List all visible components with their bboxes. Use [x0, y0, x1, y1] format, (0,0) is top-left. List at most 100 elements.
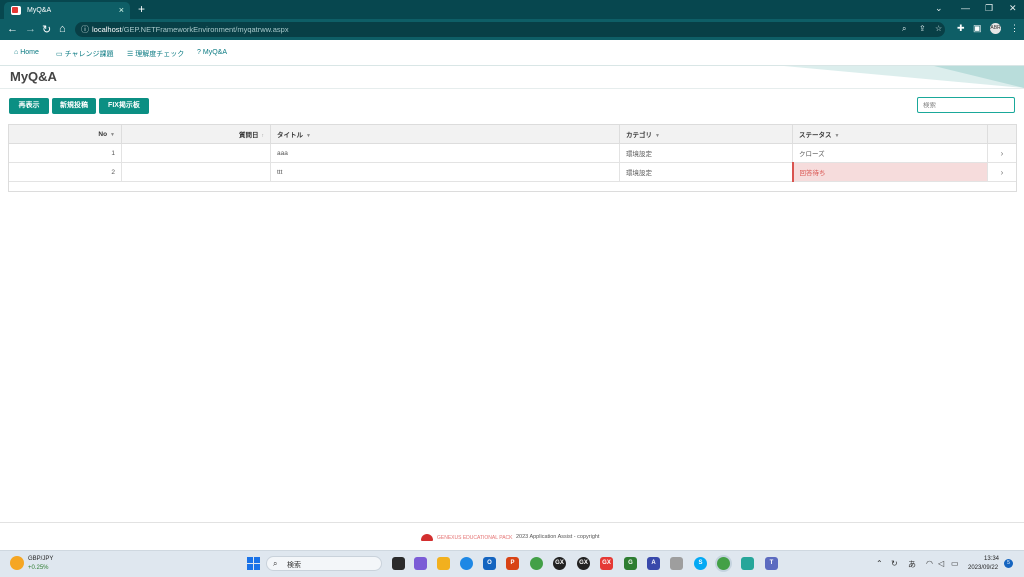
sort-asc-icon: ↑: [261, 133, 265, 139]
edge-icon[interactable]: [460, 557, 473, 570]
share-icon[interactable]: ⇪: [919, 24, 926, 33]
bookmark-star-icon[interactable]: ☆: [935, 24, 942, 33]
taskbar-search[interactable]: ⌕ 検索: [266, 556, 382, 571]
widget-label[interactable]: GBP/JPY: [28, 556, 53, 562]
app-window-icon[interactable]: [670, 557, 683, 570]
column-header-date[interactable]: 質問日 ↑: [121, 125, 271, 144]
browser-tab[interactable]: MyQ&A ×: [4, 2, 130, 19]
restore-icon[interactable]: ❐: [985, 3, 993, 14]
forward-icon[interactable]: →: [25, 23, 36, 35]
nav-item-home[interactable]: ⌂ Home: [14, 49, 39, 56]
cell-title: aaa: [270, 143, 620, 163]
app-a-icon[interactable]: A: [647, 557, 660, 570]
cell-status-pending: 回答待ち: [791, 162, 988, 182]
app-nav: ⌂ Home ▭ チャレンジ課題 ☰ 理解度チェック ? MyQ&A: [0, 41, 1024, 66]
outlook-icon[interactable]: O: [483, 557, 496, 570]
table-row[interactable]: 1 aaa 環境設定 クローズ ›: [9, 143, 1016, 163]
home-page-icon[interactable]: ⌂: [59, 23, 66, 35]
extensions-icon[interactable]: ✚: [957, 23, 965, 34]
close-window-icon[interactable]: ✕: [1009, 3, 1017, 14]
browser-toolbar: ← → ↻ ⌂ ⓘ localhost/GEP.NETFrameworkEnvi…: [0, 19, 1024, 40]
wifi-icon[interactable]: ◠: [926, 559, 933, 568]
cell-date: [121, 162, 271, 182]
volume-icon[interactable]: ◁: [938, 559, 944, 568]
task-view-icon[interactable]: [392, 557, 405, 570]
tray-app-icon[interactable]: ↻: [891, 559, 898, 568]
browser-tabstrip: MyQ&A × + ⌄ — ❐ ✕: [0, 0, 1024, 19]
nav-item-challenge[interactable]: ▭ チャレンジ課題: [56, 49, 114, 59]
teams-icon[interactable]: T: [765, 557, 778, 570]
minimize-icon[interactable]: —: [961, 3, 970, 13]
tab-title: MyQ&A: [27, 7, 52, 14]
cell-date: [121, 143, 271, 163]
refresh-button[interactable]: 再表示: [9, 98, 49, 114]
column-header-action: [987, 125, 1016, 144]
profile-avatar[interactable]: ABR: [990, 23, 1001, 34]
cell-status: クローズ: [792, 143, 988, 163]
column-header-no[interactable]: No ▼: [9, 125, 122, 144]
row-open-chevron-icon[interactable]: ›: [987, 162, 1016, 182]
chrome-icon[interactable]: [530, 557, 543, 570]
sort-icon: ▼: [306, 133, 311, 139]
header-decoration-accent: [934, 66, 1024, 88]
tray-overflow-icon[interactable]: ⌃: [876, 559, 883, 568]
cell-title: ttt: [270, 162, 620, 182]
genexus-icon[interactable]: GX: [553, 557, 566, 570]
new-tab-button[interactable]: +: [138, 2, 145, 16]
page-title: MyQ&A: [10, 69, 57, 84]
nav-item-myqa[interactable]: ? MyQ&A: [197, 49, 227, 56]
column-header-status[interactable]: ステータス ▼: [792, 125, 988, 144]
title-band: MyQ&A: [0, 66, 1024, 89]
menu-kebab-icon[interactable]: ⋮: [1010, 23, 1019, 34]
tab-search-icon[interactable]: ⌄: [935, 3, 943, 14]
cell-no: 2: [9, 162, 122, 182]
question-icon: ?: [197, 49, 201, 56]
sort-icon: ▼: [110, 131, 115, 138]
clock-time[interactable]: 13:34: [984, 556, 999, 562]
file-explorer-icon[interactable]: [437, 557, 450, 570]
copyright-text: 2023 Application Assist - copyright: [516, 534, 600, 540]
chrome-active-icon[interactable]: [717, 557, 730, 570]
address-bar[interactable]: ⓘ localhost/GEP.NETFrameworkEnvironment/…: [75, 22, 945, 37]
favicon-icon: [11, 6, 21, 15]
back-icon[interactable]: ←: [7, 23, 18, 35]
snipping-icon[interactable]: [741, 557, 754, 570]
column-header-title[interactable]: タイトル ▼: [270, 125, 620, 144]
fix-board-button[interactable]: FIX掲示板: [99, 98, 149, 114]
search-input[interactable]: [923, 102, 1013, 109]
cell-category: 環境設定: [619, 162, 793, 182]
url-text[interactable]: localhost/GEP.NETFrameworkEnvironment/my…: [92, 25, 289, 34]
table-row[interactable]: 2 ttt 環境設定 回答待ち ›: [9, 162, 1016, 182]
brand-logo-icon: [421, 534, 433, 541]
search-field[interactable]: [917, 97, 1015, 113]
new-post-button[interactable]: 新規投稿: [52, 98, 96, 114]
side-panel-icon[interactable]: ▣: [973, 23, 982, 34]
qa-table: No ▼ 質問日 ↑ タイトル ▼ カテゴリ ▼ ステータス ▼ 1 aaa 環境設定 ク…: [8, 124, 1017, 192]
reload-icon[interactable]: ↻: [42, 23, 51, 36]
zoom-icon[interactable]: ⌕: [902, 24, 906, 34]
search-icon: ⌕: [273, 559, 278, 568]
start-windows-icon[interactable]: [247, 557, 260, 570]
card-icon: ▭: [56, 51, 63, 58]
genexus-red-icon[interactable]: GX: [600, 557, 613, 570]
chat-icon[interactable]: [414, 557, 427, 570]
nav-item-check[interactable]: ☰ 理解度チェック: [127, 49, 184, 59]
powerpoint-icon[interactable]: P: [506, 557, 519, 570]
clock-date[interactable]: 2023/09/22: [968, 565, 998, 571]
tab-close-icon[interactable]: ×: [119, 5, 124, 15]
skype-icon[interactable]: S: [694, 557, 707, 570]
ime-indicator[interactable]: あ: [908, 559, 916, 570]
site-info-icon[interactable]: ⓘ: [81, 24, 89, 35]
battery-icon[interactable]: ▭: [951, 559, 959, 568]
widget-sun-icon[interactable]: [10, 556, 24, 570]
home-icon: ⌂: [14, 49, 19, 56]
brand-name: GENEXUS EDUCATIONAL PACK: [437, 535, 513, 541]
widget-change[interactable]: +0.25%: [28, 565, 49, 571]
row-open-chevron-icon[interactable]: ›: [987, 143, 1016, 163]
cell-no: 1: [9, 143, 122, 163]
notification-badge[interactable]: 5: [1004, 559, 1013, 568]
column-header-category[interactable]: カテゴリ ▼: [619, 125, 793, 144]
os-taskbar: GBP/JPY +0.25% ⌕ 検索 O P GX GX GX G A S T…: [0, 550, 1024, 577]
git-icon[interactable]: G: [624, 557, 637, 570]
genexus-alt-icon[interactable]: GX: [577, 557, 590, 570]
